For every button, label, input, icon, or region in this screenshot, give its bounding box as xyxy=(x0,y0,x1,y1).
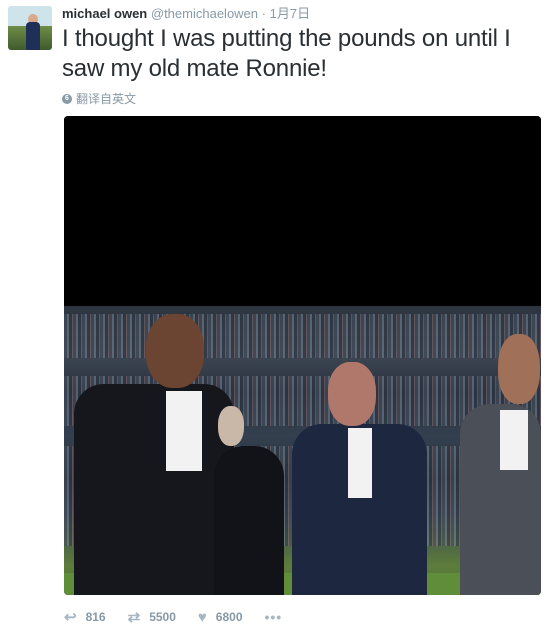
header-separator: · xyxy=(261,6,266,21)
translate-label: 翻译自英文 xyxy=(76,92,137,106)
avatar-body xyxy=(26,22,40,50)
author-handle[interactable]: @themichaelowen xyxy=(151,6,258,21)
like-button[interactable]: ♥ 6800 xyxy=(198,609,243,626)
person-left-shirt xyxy=(166,391,202,471)
like-count: 6800 xyxy=(215,610,243,624)
person-middle xyxy=(292,356,427,595)
retweet-icon: ⇄ xyxy=(127,609,141,626)
heart-icon: ♥ xyxy=(197,608,207,626)
media-photo xyxy=(64,306,541,595)
person-background-head xyxy=(218,406,244,446)
author-name[interactable]: michael owen xyxy=(62,6,147,21)
reply-icon: ↩ xyxy=(64,609,77,626)
person-right-head xyxy=(498,334,540,404)
author-avatar[interactable] xyxy=(8,6,52,50)
person-background-suit xyxy=(214,446,284,595)
media-black-area xyxy=(64,116,541,306)
person-right-shirt xyxy=(500,410,528,470)
translate-link[interactable]: 6 翻译自英文 xyxy=(62,90,136,107)
person-left-head xyxy=(146,314,204,388)
tweet-header: michael owen @themichaelowen · 1月7日 xyxy=(62,5,310,23)
person-background xyxy=(214,406,284,595)
person-middle-head xyxy=(328,362,376,426)
reply-button[interactable]: ↩ 816 xyxy=(64,608,106,626)
person-right xyxy=(460,326,541,595)
person-left xyxy=(74,306,234,595)
retweet-button[interactable]: ⇄ 5500 xyxy=(128,608,176,626)
reply-count: 816 xyxy=(85,610,106,624)
tweet-date[interactable]: 1月7日 xyxy=(270,6,310,21)
more-button[interactable]: ••• xyxy=(265,609,283,625)
translate-globe-icon: 6 xyxy=(62,93,72,104)
person-middle-shirt xyxy=(348,428,372,498)
tweet-media-image[interactable] xyxy=(64,116,541,595)
tweet-actions: ↩ 816 ⇄ 5500 ♥ 6800 ••• xyxy=(64,608,304,627)
person-left-suit xyxy=(74,384,234,595)
more-icon: ••• xyxy=(264,609,283,625)
retweet-count: 5500 xyxy=(149,610,176,624)
tweet-text: I thought I was putting the pounds on un… xyxy=(62,25,511,82)
